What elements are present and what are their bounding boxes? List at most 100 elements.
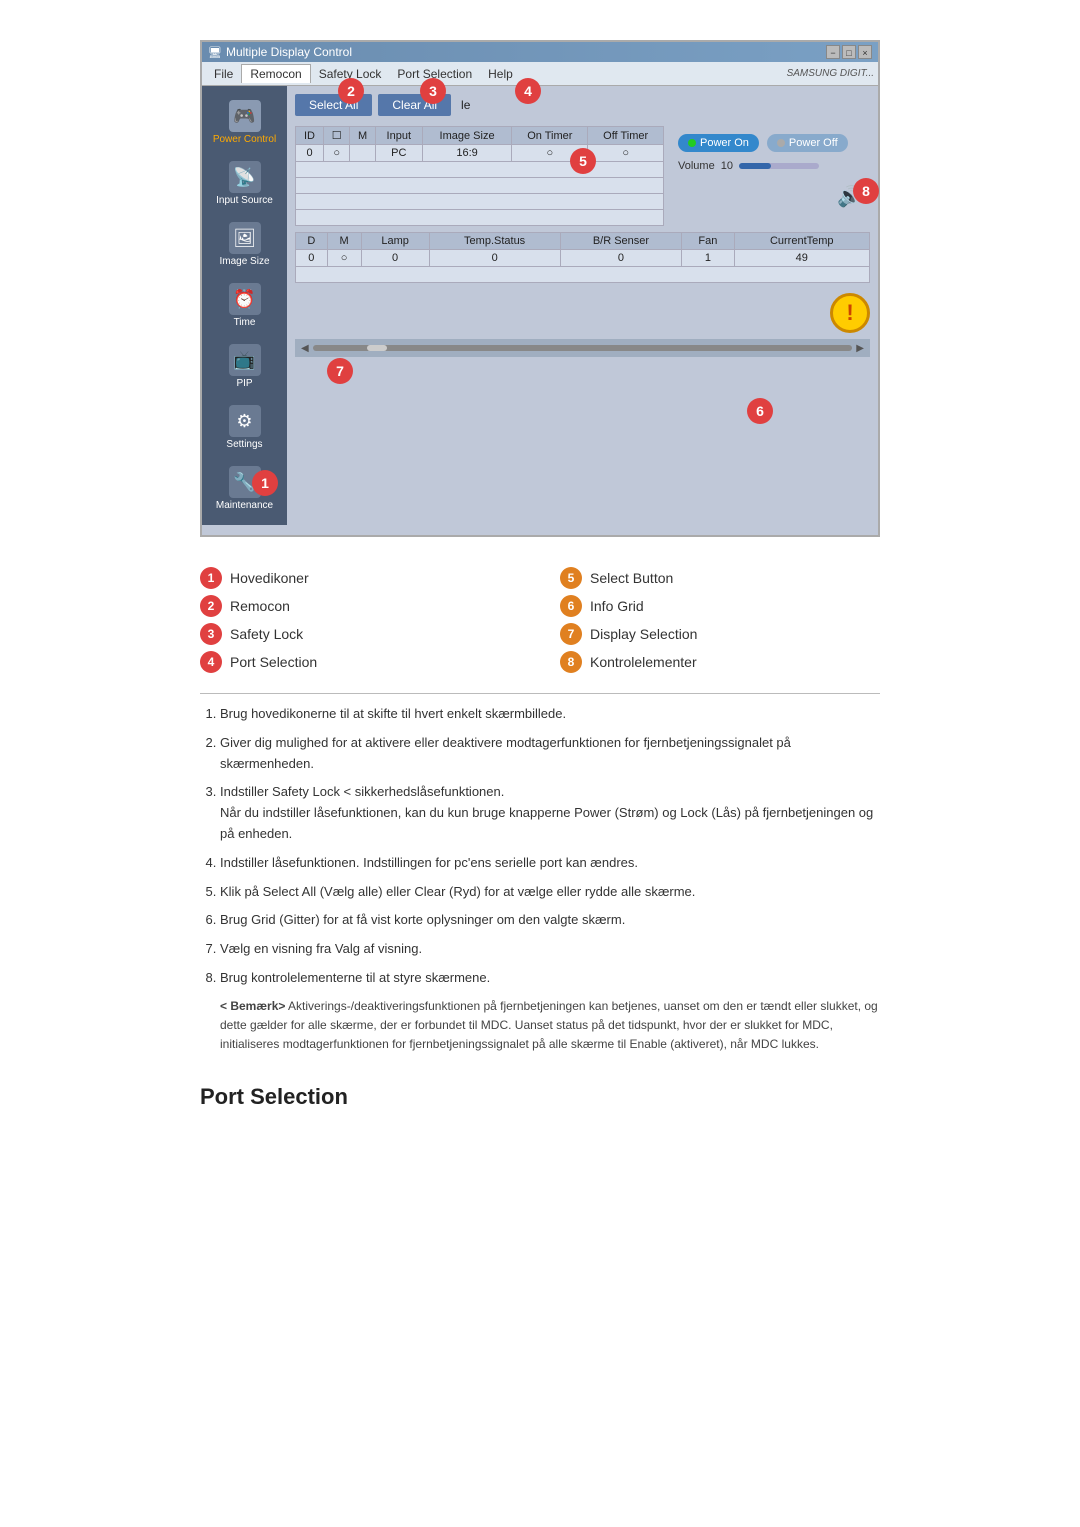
legend-text-2: Remocon [230, 598, 290, 614]
minimize-button[interactable]: − [826, 45, 840, 59]
legend-badge-4: 4 [200, 651, 222, 673]
legend-text-5: Select Button [590, 570, 673, 586]
col-image-size: Image Size [422, 127, 512, 145]
scroll-left-btn[interactable]: ◀ [301, 343, 309, 354]
scroll-right-btn[interactable]: ▶ [856, 343, 864, 354]
warning-icon: ! [830, 293, 870, 333]
legend-badge-8: 8 [560, 651, 582, 673]
table-row[interactable]: 0 ○ PC 16:9 ○ ○ [296, 145, 664, 162]
power-row: Power On Power Off [678, 134, 862, 152]
sidebar-label-time: Time [234, 317, 256, 328]
bottom-scrollbar[interactable]: ◀ ▶ [295, 339, 870, 357]
table-row-empty-4 [296, 210, 664, 226]
legend-text-3: Safety Lock [230, 626, 303, 642]
bottom-row-empty [296, 267, 870, 283]
menu-bar: File Remocon Safety Lock Port Selection … [202, 62, 878, 86]
sidebar-label-maintenance: Maintenance [216, 500, 273, 511]
list-item-2: Giver dig mulighed for at aktivere eller… [220, 733, 880, 775]
remark-block: < Bemærk> Aktiverings-/deaktiveringsfunk… [220, 997, 880, 1055]
legend-section: 1 Hovedikoner 2 Remocon 3 Safety Lock 4 … [200, 567, 880, 673]
title-bar-left: 🖥 Multiple Display Control [208, 45, 352, 59]
cell-id: 0 [296, 145, 324, 162]
pip-icon: 📺 [229, 344, 261, 376]
table-row-empty-3 [296, 194, 664, 210]
scroll-track[interactable] [313, 345, 853, 351]
power-on-button[interactable]: Power On [678, 134, 759, 152]
bottom-table-row[interactable]: 0 ○ 0 0 0 1 49 [296, 250, 870, 267]
legend-right: 5 Select Button 6 Info Grid 7 Display Se… [560, 567, 880, 673]
ui-window: 🖥 Multiple Display Control − □ × File Re… [200, 40, 880, 537]
bcol-curtemp: CurrentTemp [734, 233, 870, 250]
table-row-empty-1 [296, 162, 664, 178]
list-item-8: Brug kontrolelementerne til at styre skæ… [220, 968, 880, 989]
section-title: Port Selection [200, 1074, 880, 1110]
remark-text: Aktiverings-/deaktiveringsfunktionen på … [220, 999, 878, 1051]
menu-help[interactable]: Help [480, 65, 521, 83]
legend-left: 1 Hovedikoner 2 Remocon 3 Safety Lock 4 … [200, 567, 520, 673]
main-area: 🎮 Power Control 📡 Input Source 🖼 Image S… [202, 86, 878, 525]
menu-remocon[interactable]: Remocon [241, 64, 310, 83]
sidebar-label-power: Power Control [213, 134, 276, 145]
top-table-wrap: ID ☐ M Input Image Size On Timer Off Tim… [295, 126, 664, 226]
btn-row: Select All Clear All le [295, 94, 870, 116]
bcell-temp: 0 [429, 250, 560, 267]
title-bar-controls[interactable]: − □ × [826, 45, 872, 59]
col-check: ☐ [324, 127, 350, 145]
sidebar-item-pip[interactable]: 📺 PIP [207, 340, 282, 393]
legend-item-2: 2 Remocon [200, 595, 520, 617]
power-off-label: Power Off [789, 137, 838, 149]
legend-text-1: Hovedikoner [230, 570, 309, 586]
legend-badge-2: 2 [200, 595, 222, 617]
volume-slider[interactable] [739, 163, 819, 169]
bottom-table-section: D M Lamp Temp.Status B/R Senser Fan Curr… [295, 232, 870, 283]
sidebar-item-power-control[interactable]: 🎮 Power Control [207, 96, 282, 149]
menu-file[interactable]: File [206, 65, 241, 83]
list-item-3: Indstiller Safety Lock < sikkerhedslåsef… [220, 782, 880, 844]
image-size-icon: 🖼 [229, 222, 261, 254]
badge-3: 3 [420, 78, 446, 104]
legend-text-8: Kontrolelementer [590, 654, 697, 670]
legend-item-4: 4 Port Selection [200, 651, 520, 673]
title-bar: 🖥 Multiple Display Control − □ × [202, 42, 878, 62]
cell-input: PC [375, 145, 422, 162]
power-off-button[interactable]: Power Off [767, 134, 848, 152]
maximize-button[interactable]: □ [842, 45, 856, 59]
table-row-empty-2 [296, 178, 664, 194]
legend-item-8: 8 Kontrolelementer [560, 651, 880, 673]
legend-badge-1: 1 [200, 567, 222, 589]
remark-label: < Bemærk> [220, 999, 285, 1013]
cell-image-size: 16:9 [422, 145, 512, 162]
sidebar-item-settings[interactable]: ⚙ Settings [207, 401, 282, 454]
sidebar-label-settings: Settings [226, 439, 262, 450]
sidebar-item-image-size[interactable]: 🖼 Image Size [207, 218, 282, 271]
divider [200, 693, 880, 694]
legend-item-3: 3 Safety Lock [200, 623, 520, 645]
sidebar-item-input-source[interactable]: 📡 Input Source [207, 157, 282, 210]
list-item-5: Klik på Select All (Vælg alle) eller Cle… [220, 882, 880, 903]
sidebar-item-time[interactable]: ⏰ Time [207, 279, 282, 332]
window-title: Multiple Display Control [226, 45, 352, 59]
list-item-1: Brug hovedikonerne til at skifte til hve… [220, 704, 880, 725]
badge-7: 7 [327, 358, 353, 384]
close-button[interactable]: × [858, 45, 872, 59]
settings-icon: ⚙ [229, 405, 261, 437]
time-icon: ⏰ [229, 283, 261, 315]
bcell-d: 0 [296, 250, 328, 267]
sidebar-label-input: Input Source [216, 195, 273, 206]
speaker-area: 🔊 [678, 184, 862, 209]
list-item-7: Vælg en visning fra Valg af visning. [220, 939, 880, 960]
legend-badge-6: 6 [560, 595, 582, 617]
warning-area: ! [295, 293, 870, 333]
power-on-label: Power On [700, 137, 749, 149]
sidebar-label-pip: PIP [236, 378, 252, 389]
bcol-m: M [327, 233, 361, 250]
bcell-br: 0 [560, 250, 682, 267]
legend-text-7: Display Selection [590, 626, 697, 642]
select-label: le [461, 98, 470, 112]
badge-8: 8 [853, 178, 879, 204]
bcell-fan: 1 [682, 250, 734, 267]
bcol-fan: Fan [682, 233, 734, 250]
legend-badge-7: 7 [560, 623, 582, 645]
col-m: M [350, 127, 375, 145]
bcol-br: B/R Senser [560, 233, 682, 250]
